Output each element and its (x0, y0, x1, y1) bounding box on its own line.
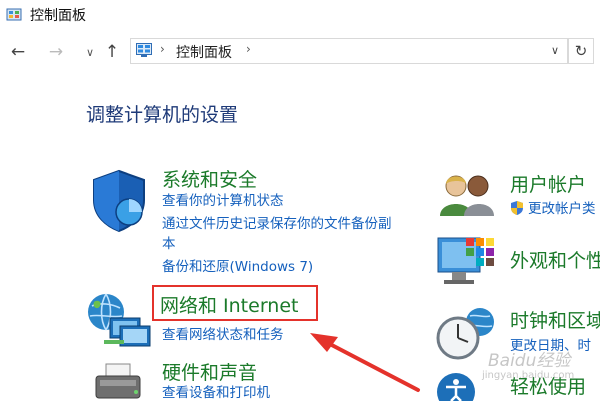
link-change-account-type[interactable]: 更改帐户类 (528, 201, 596, 218)
breadcrumb-control-panel[interactable]: 控制面板 (176, 42, 232, 62)
page-heading: 调整计算机的设置 (86, 104, 239, 126)
link-file-history[interactable]: 通过文件历史记录保存你的文件备份副 (162, 216, 392, 233)
category-hardware-sound[interactable]: 硬件和声音 (162, 358, 257, 385)
category-appearance[interactable]: 外观和个性 (510, 246, 600, 273)
red-arrow-annotation (310, 333, 420, 392)
uac-shield-icon (511, 201, 523, 215)
link-backup-restore[interactable]: 备份和还原(Windows 7) (162, 259, 313, 276)
category-clock-region[interactable]: 时钟和区域 (510, 306, 600, 333)
link-view-network-status[interactable]: 查看网络状态和任务 (162, 327, 284, 344)
printer-icon (95, 363, 141, 399)
accessibility-icon (437, 373, 475, 401)
category-system-security[interactable]: 系统和安全 (162, 165, 257, 192)
users-icon (440, 175, 494, 216)
breadcrumb-separator[interactable]: › (246, 42, 251, 56)
monitor-icon (437, 237, 494, 284)
window-title: 控制面板 (30, 8, 86, 24)
control-panel-icon (6, 8, 22, 21)
recent-locations-button[interactable]: ∨ (78, 40, 102, 64)
title-bar: 控制面板 (0, 0, 600, 30)
watermark: Baidu经验 (488, 351, 571, 371)
up-button[interactable]: ↑ (100, 40, 124, 64)
watermark-url: jingyan.baidu.com (482, 370, 575, 381)
category-user-accounts[interactable]: 用户帐户 (510, 170, 586, 197)
refresh-button[interactable]: ↻ (568, 38, 594, 64)
back-button[interactable]: ← (6, 40, 30, 64)
highlight-box (152, 285, 318, 321)
control-panel-icon (136, 43, 152, 57)
link-view-devices-printers[interactable]: 查看设备和打印机 (162, 385, 270, 402)
breadcrumb-separator: › (160, 42, 165, 56)
shield-icon (93, 169, 145, 233)
link-view-computer-status[interactable]: 查看你的计算机状态 (162, 193, 284, 210)
forward-button[interactable]: → (44, 40, 68, 64)
address-dropdown-button[interactable]: ∨ (551, 44, 559, 57)
network-icon (88, 293, 151, 347)
link-file-history-cont[interactable]: 本 (162, 236, 176, 253)
